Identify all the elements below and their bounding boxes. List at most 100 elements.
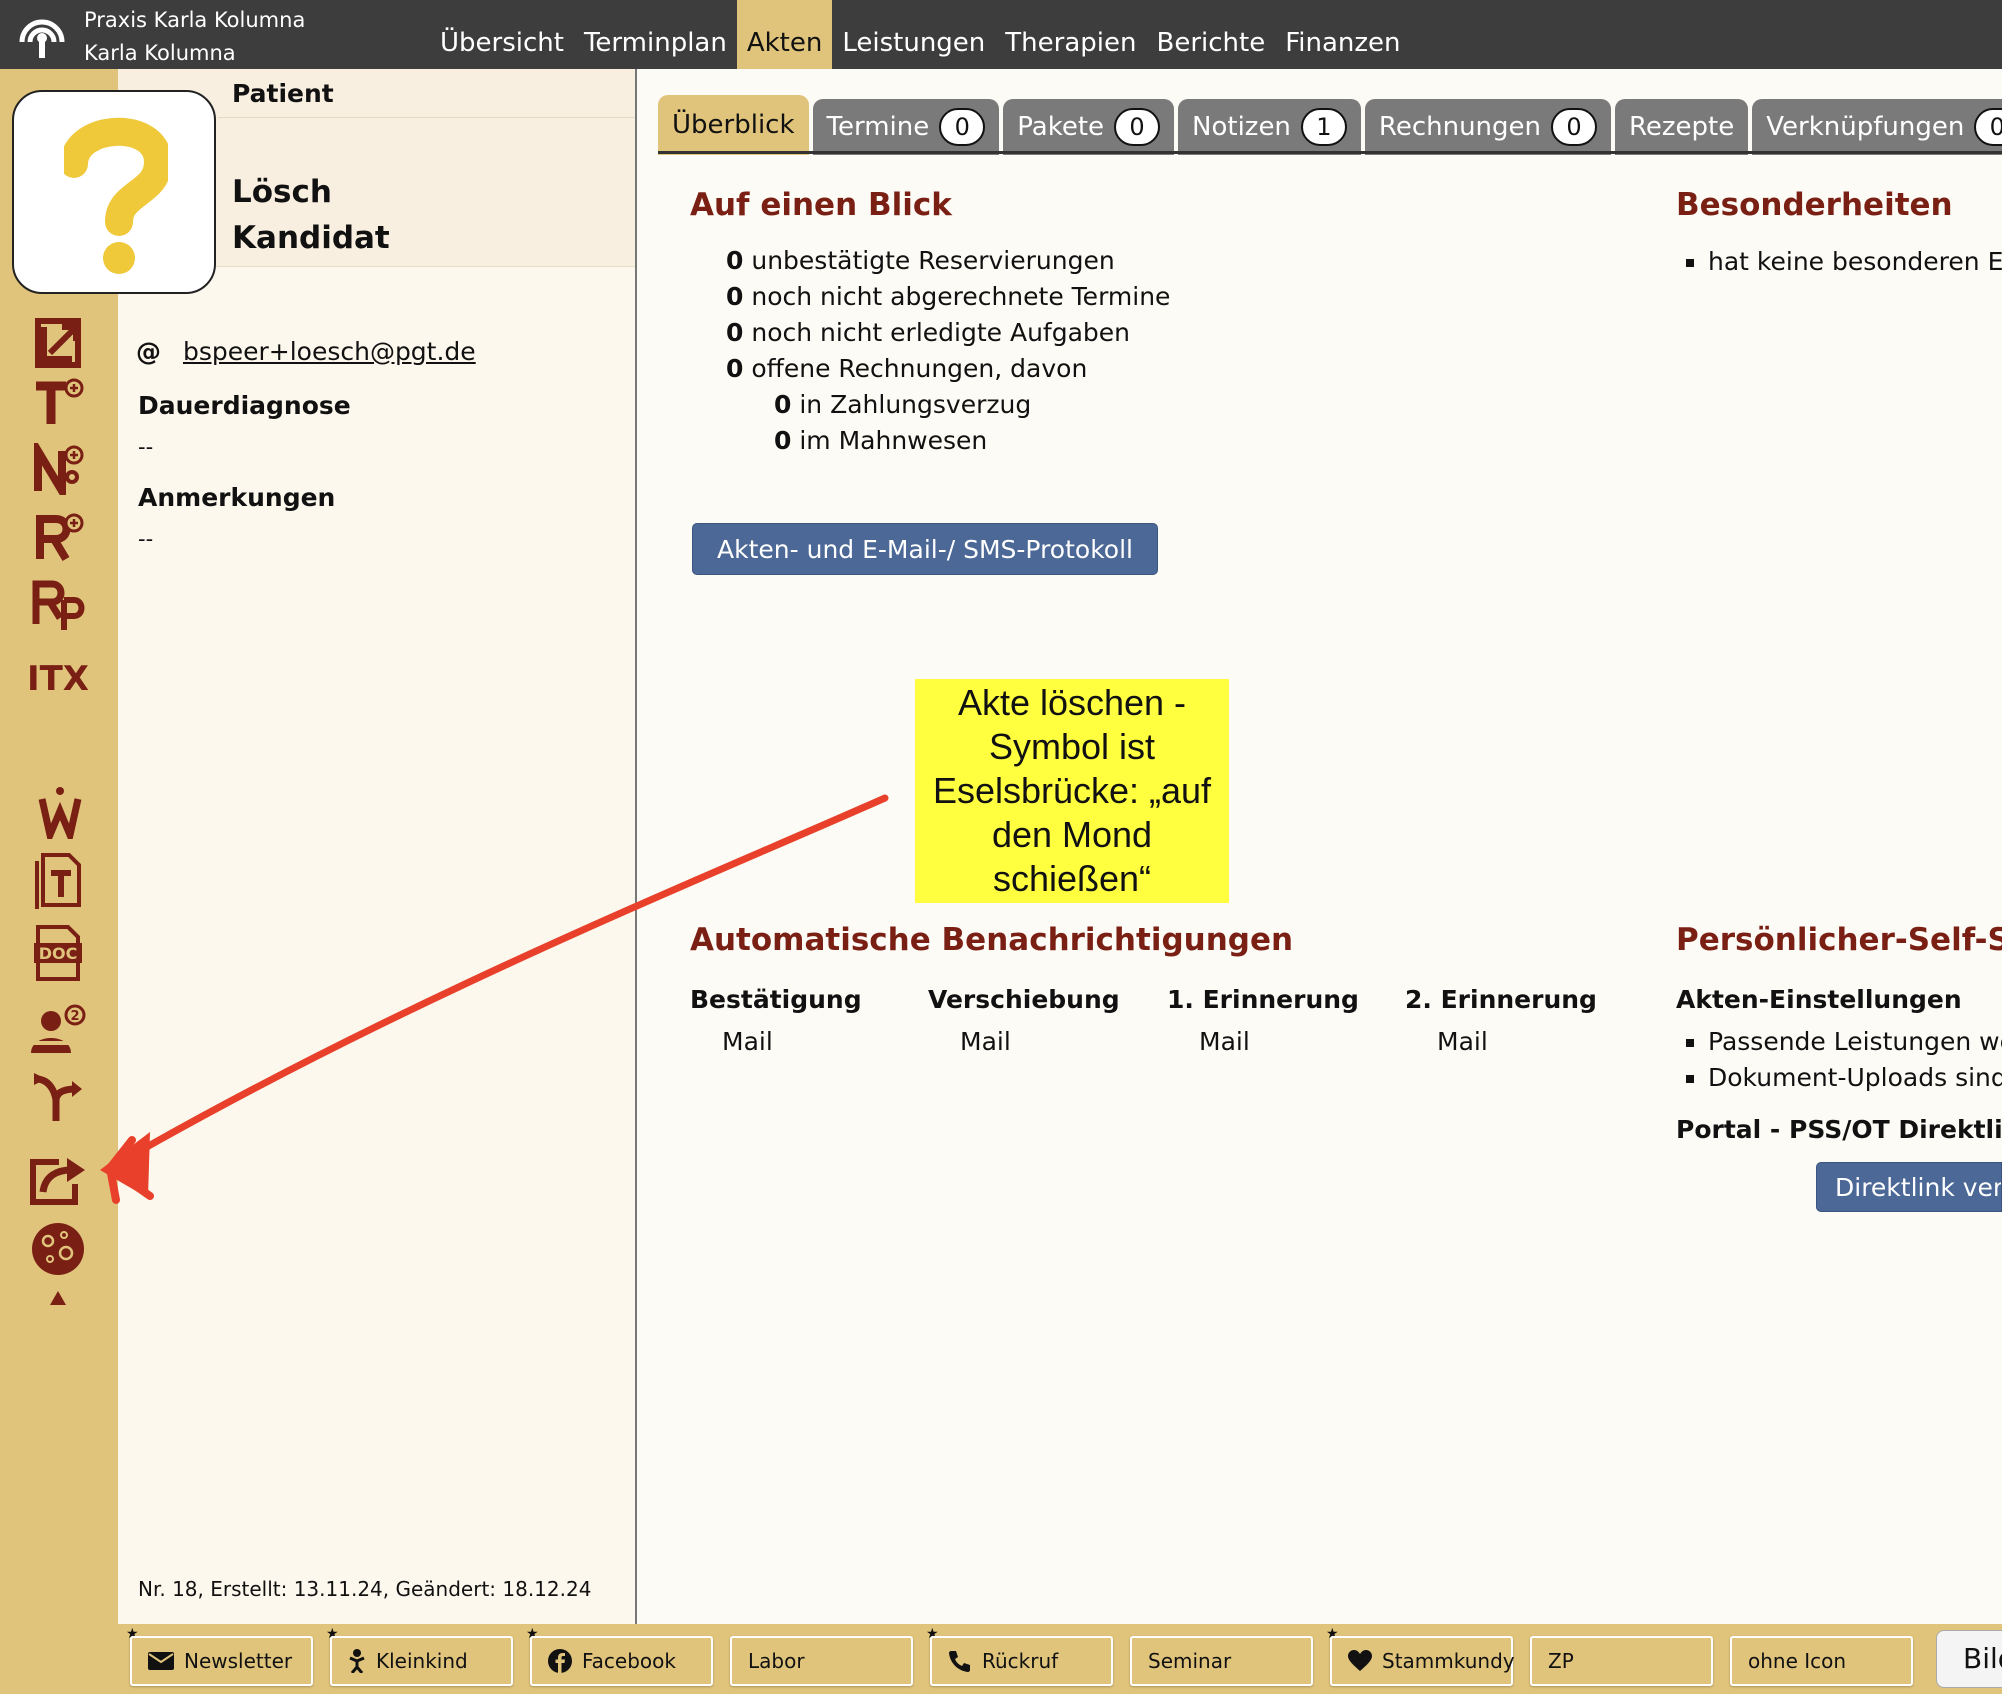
portal-title: Portal - PSS/OT Direktlink (1676, 1115, 2002, 1144)
main-content: Überblick Termine 0 Pakete 0 Notizen 1 Rech… (640, 69, 2002, 1624)
tag-kleinkind[interactable]: Kleinkind (330, 1636, 513, 1686)
action-sidebar: ITX DOC 2 (0, 69, 216, 1624)
notifications-title: Automatische Benachrichtigungen (690, 922, 1294, 958)
tab-ueberblick[interactable]: Überblick (658, 95, 809, 155)
selfservice-title: Persönlicher-Self-Serv (1676, 922, 2002, 958)
col-verschiebung: Verschiebung (928, 985, 1120, 1014)
tag-rueckruf[interactable]: Rückruf (930, 1636, 1113, 1686)
glance-title: Auf einen Blick (690, 187, 952, 223)
tag-label: Newsletter (184, 1649, 293, 1673)
tag-labor[interactable]: Labor (730, 1636, 913, 1686)
tab-underline (658, 151, 2002, 154)
col-erinnerung-1: 1. Erinnerung (1167, 985, 1359, 1014)
dauerdiagnose-value: -- (138, 435, 154, 459)
bild-button[interactable]: Bild (1936, 1630, 2002, 1688)
tag-zp[interactable]: ZP (1530, 1636, 1713, 1686)
invoice-add-icon[interactable] (28, 509, 88, 565)
tab-count-badge: 0 (1114, 108, 1161, 146)
tab-label: Notizen (1192, 112, 1291, 142)
heart-icon (1348, 1650, 1372, 1672)
selfservice-item: Passende Leistungen wer (1686, 1027, 2002, 1056)
glance-item: 0 im Mahnwesen (774, 426, 988, 455)
record-meta: Nr. 18, Erstellt: 13.11.24, Geändert: 18… (138, 1577, 592, 1601)
prescription-icon[interactable] (28, 577, 88, 633)
moon-icon[interactable] (28, 1221, 88, 1309)
tag-label: Seminar (1148, 1649, 1232, 1673)
main-nav: Übersicht Terminplan Akten Leistungen Th… (430, 0, 1411, 69)
tab-count-badge: 0 (1551, 108, 1598, 146)
tab-termine[interactable]: Termine 0 (812, 99, 1000, 155)
anmerkungen-label: Anmerkungen (138, 483, 336, 512)
praxis-info[interactable]: Praxis Karla Kolumna Karla Kolumna (84, 4, 305, 70)
nav-therapien[interactable]: Therapien (995, 0, 1146, 69)
question-mark-icon (64, 117, 168, 274)
patient-first-name: Kandidat (232, 220, 390, 256)
therapy-add-icon[interactable] (28, 374, 88, 430)
direktlink-button[interactable]: Direktlink vers (1816, 1162, 2002, 1212)
anmerkungen-value: -- (138, 527, 154, 551)
itx-icon[interactable]: ITX (26, 651, 90, 707)
top-bar: Praxis Karla Kolumna Karla Kolumna Übers… (0, 0, 2002, 69)
phone-icon (948, 1649, 972, 1673)
glance-item: 0 in Zahlungsverzug (774, 390, 1032, 419)
w-icon[interactable] (30, 785, 90, 841)
tag-label: Rückruf (982, 1649, 1059, 1673)
export-icon[interactable] (28, 1152, 88, 1208)
glance-item: 0 noch nicht abgerechnete Termine (726, 282, 1171, 311)
template-icon[interactable] (28, 852, 88, 909)
selfservice-item: Dokument-Uploads sind u (1686, 1063, 2002, 1092)
tab-label: Termine (826, 112, 930, 142)
col-bestaetigung: Bestätigung (690, 985, 862, 1014)
besonderheiten-item: hat keine besonderen Ein (1686, 247, 2002, 276)
tag-newsletter[interactable]: Newsletter (130, 1636, 313, 1686)
tab-rezepte[interactable]: Rezepte (1615, 99, 1749, 155)
note-add-icon[interactable] (28, 441, 88, 497)
nav-akten[interactable]: Akten (736, 0, 833, 69)
tag-bar: ★ Newsletter ★ Kleinkind ★ Facebook Labo… (0, 1624, 2002, 1694)
glance-item: 0 unbestätigte Reservierungen (726, 246, 1115, 275)
tab-verknuepfungen[interactable]: Verknüpfungen 0 (1752, 99, 2002, 155)
tag-label: Labor (748, 1649, 805, 1673)
doc-icon[interactable]: DOC (28, 925, 88, 981)
patient-name: Lösch Kandidat (232, 169, 390, 261)
akten-settings-title: Akten-Einstellungen (1676, 985, 1962, 1014)
tag-stammkundy[interactable]: Stammkundy (1330, 1636, 1515, 1686)
tab-rechnungen[interactable]: Rechnungen 0 (1364, 99, 1612, 155)
tab-label: Rezepte (1629, 112, 1735, 142)
tag-seminar[interactable]: Seminar (1130, 1636, 1313, 1686)
tab-notizen[interactable]: Notizen 1 (1178, 99, 1361, 155)
at-icon: @ (136, 337, 161, 366)
itx-label: ITX (26, 659, 90, 699)
tab-count-badge: 0 (939, 108, 986, 146)
patient-divider (218, 117, 635, 118)
envelope-icon (148, 1652, 174, 1670)
facebook-icon (548, 1649, 572, 1673)
patient-panel: Patient Lösch Kandidat @ bspeer+loesch@p… (118, 69, 637, 1624)
praxis-name: Praxis Karla Kolumna (84, 8, 306, 32)
patient-last-name: Lösch (232, 174, 332, 210)
tab-label: Überblick (672, 110, 795, 140)
nav-finanzen[interactable]: Finanzen (1275, 0, 1410, 69)
tag-facebook[interactable]: Facebook (530, 1636, 713, 1686)
nav-terminplan[interactable]: Terminplan (574, 0, 737, 69)
col-erinnerung-2-value: Mail (1437, 1027, 1488, 1056)
tab-count-badge: 0 (1974, 108, 2002, 146)
patient-user-icon[interactable]: 2 (28, 1001, 88, 1057)
tag-ohne-icon[interactable]: ohne Icon (1730, 1636, 1913, 1686)
patient-avatar[interactable] (12, 90, 216, 294)
email-link[interactable]: bspeer+loesch@pgt.de (183, 337, 476, 366)
email-row: @ bspeer+loesch@pgt.de (136, 337, 476, 366)
col-erinnerung-2: 2. Erinnerung (1405, 985, 1597, 1014)
merge-icon[interactable] (28, 1069, 88, 1125)
tab-label: Rechnungen (1378, 112, 1542, 142)
nav-leistungen[interactable]: Leistungen (832, 0, 995, 69)
praxis-logo-icon[interactable] (16, 8, 68, 60)
besonderheiten-title: Besonderheiten (1676, 187, 1953, 223)
protocol-button[interactable]: Akten- und E-Mail-/ SMS-Protokoll (692, 523, 1158, 575)
tab-count-badge: 1 (1300, 108, 1347, 146)
tab-pakete[interactable]: Pakete 0 (1003, 99, 1175, 155)
nav-uebersicht[interactable]: Übersicht (430, 0, 574, 69)
nav-berichte[interactable]: Berichte (1146, 0, 1275, 69)
patient-label: Patient (232, 79, 334, 108)
delete-record-icon[interactable] (28, 315, 88, 371)
